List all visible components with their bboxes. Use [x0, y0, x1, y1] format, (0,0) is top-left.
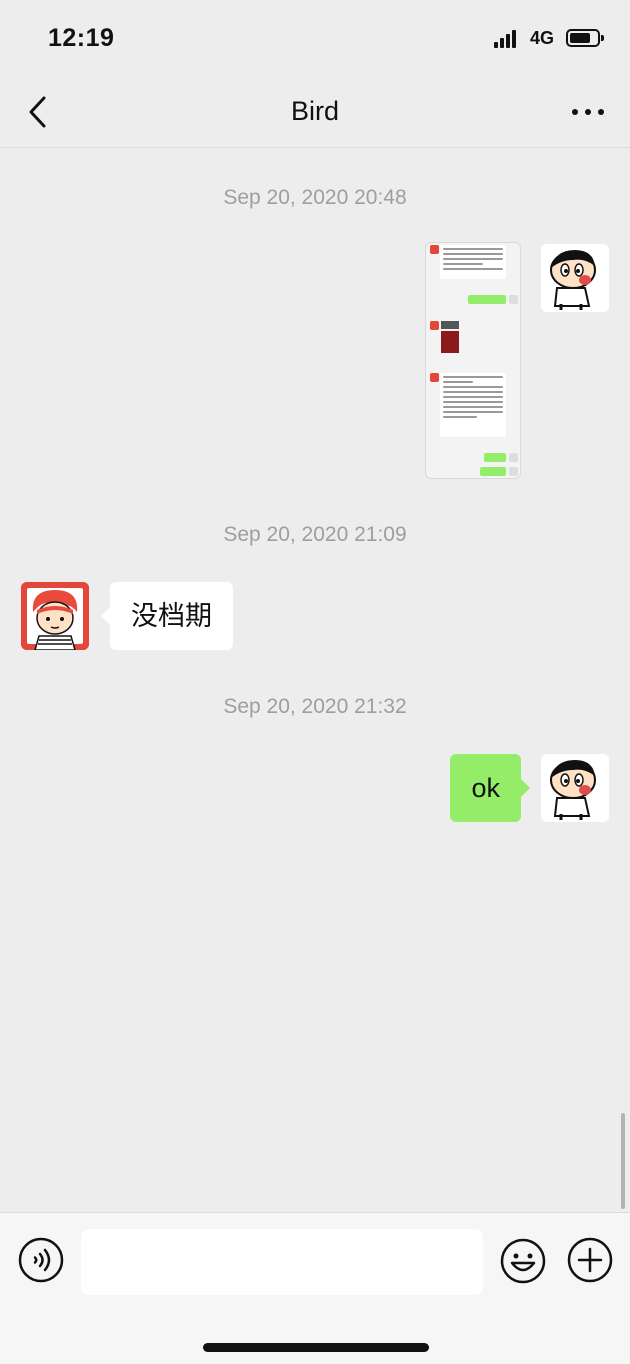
message-timestamp: Sep 20, 2020 20:48 [223, 186, 407, 209]
contact-avatar[interactable] [21, 582, 89, 650]
cartoon-boy-avatar-icon [541, 754, 609, 822]
nav-bar: Bird [0, 78, 630, 148]
input-bar [0, 1212, 630, 1364]
status-time: 12:19 [48, 24, 115, 52]
emoji-button[interactable] [499, 1237, 547, 1285]
status-bar: 12:19 4G [0, 0, 630, 78]
image-message[interactable] [425, 242, 521, 479]
message-timestamp: Sep 20, 2020 21:32 [223, 695, 407, 718]
plus-icon [567, 1237, 613, 1283]
message-bubble-outgoing[interactable]: ok [450, 754, 530, 822]
chat-title: Bird [290, 96, 339, 126]
my-avatar[interactable] [541, 754, 609, 822]
voice-icon [18, 1237, 64, 1283]
scrollbar[interactable] [621, 1113, 625, 1209]
voice-button[interactable] [18, 1237, 64, 1283]
message-timestamp: Sep 20, 2020 21:09 [223, 523, 407, 546]
my-avatar[interactable] [541, 244, 609, 312]
signal-icon [494, 30, 520, 48]
battery-icon [566, 29, 604, 47]
plus-button[interactable] [567, 1237, 613, 1283]
emoji-icon [500, 1238, 546, 1284]
thumb-bubble [440, 245, 506, 279]
cartoon-boy-avatar-icon [541, 244, 609, 312]
home-indicator[interactable] [203, 1343, 429, 1352]
message-bubble-incoming[interactable]: 没档期 [101, 582, 233, 650]
more-button[interactable] [566, 96, 610, 126]
message-input[interactable] [81, 1229, 483, 1295]
network-type: 4G [530, 28, 555, 48]
cartoon-redhead-avatar-icon [21, 582, 89, 650]
